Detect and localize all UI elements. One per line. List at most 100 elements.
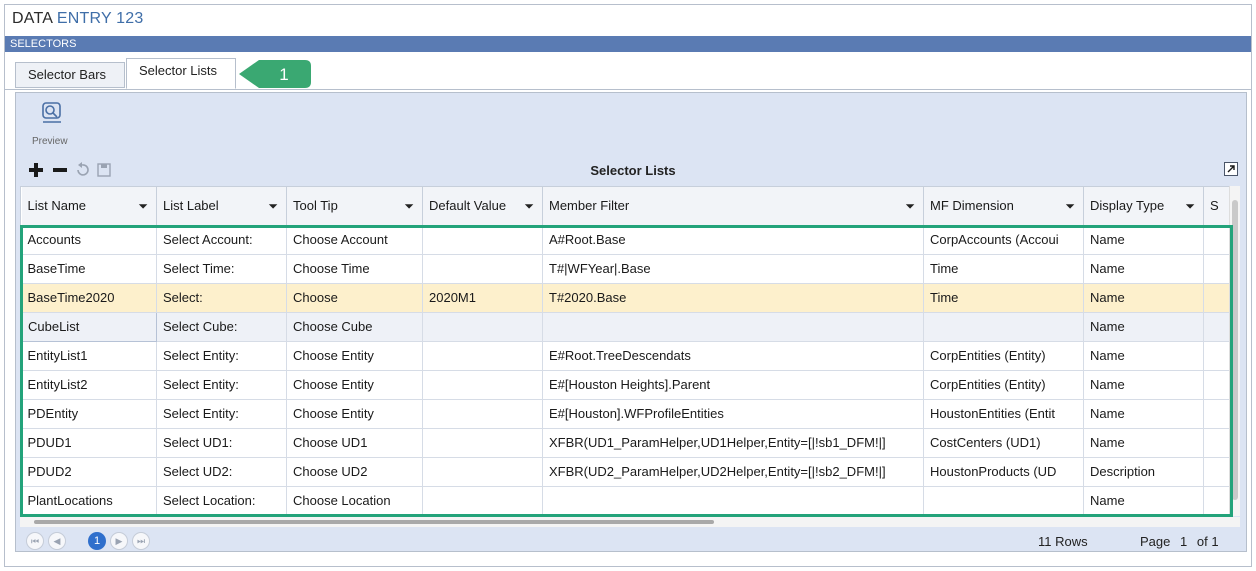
table-cell[interactable]: HoustonEntities (Entit (923, 399, 1084, 429)
table-cell[interactable]: BaseTime (21, 254, 157, 284)
page-number[interactable]: 1 (1180, 534, 1187, 549)
prev-page-button[interactable]: ◀ (48, 532, 66, 550)
table-cell[interactable]: T#2020.Base (542, 283, 924, 313)
filter-icon[interactable]: ⏷ (905, 199, 915, 214)
table-cell[interactable]: Select UD1: (156, 428, 287, 458)
table-cell[interactable]: 2020M1 (422, 283, 543, 313)
filter-icon[interactable]: ⏷ (138, 199, 148, 214)
table-cell[interactable] (1203, 370, 1231, 400)
table-cell[interactable]: E#[Houston Heights].Parent (542, 370, 924, 400)
table-cell[interactable]: Select Entity: (156, 399, 287, 429)
table-cell[interactable] (923, 312, 1084, 342)
filter-icon[interactable]: ⏷ (1065, 199, 1075, 214)
horizontal-scrollbar[interactable] (20, 517, 1240, 527)
table-cell[interactable]: E#Root.TreeDescendats (542, 341, 924, 371)
table-cell[interactable]: Time (923, 254, 1084, 284)
table-row[interactable]: Accounts Select Account: Choose Account A#R… (21, 225, 1231, 255)
table-cell[interactable]: PlantLocations (21, 486, 157, 515)
table-row[interactable]: PlantLocations Select Location: Choose Loc… (21, 486, 1231, 515)
table-cell[interactable] (422, 254, 543, 284)
table-cell[interactable]: Time (923, 283, 1084, 313)
table-cell[interactable]: Select: (156, 283, 287, 313)
table-cell[interactable]: Select Location: (156, 486, 287, 515)
column-header[interactable]: Member Filter ⏷ (542, 187, 924, 226)
table-cell[interactable]: XFBR(UD2_ParamHelper,UD2Helper,Entity=[|… (542, 457, 924, 487)
table-cell[interactable] (1203, 254, 1231, 284)
table-cell[interactable]: Choose Entity (286, 399, 423, 429)
table-cell[interactable] (422, 312, 543, 342)
last-page-button[interactable]: ⏭ (132, 532, 150, 550)
table-cell[interactable] (1203, 225, 1231, 255)
table-cell[interactable] (422, 457, 543, 487)
table-cell[interactable]: HoustonProducts (UD (923, 457, 1084, 487)
table-cell[interactable] (542, 486, 924, 515)
table-cell[interactable] (422, 341, 543, 371)
table-cell[interactable]: Choose Entity (286, 370, 423, 400)
table-cell[interactable]: CorpEntities (Entity) (923, 341, 1084, 371)
table-row[interactable]: BaseTime Select Time: Choose Time T#|WFYear… (21, 254, 1231, 284)
table-row[interactable]: EntityList2 Select Entity: Choose Entity E#… (21, 370, 1231, 400)
table-cell[interactable]: Name (1083, 428, 1204, 458)
table-row[interactable]: PDUD2 Select UD2: Choose UD2 XFBR(UD2_Param… (21, 457, 1231, 487)
table-cell[interactable] (1203, 457, 1231, 487)
table-cell[interactable] (923, 486, 1084, 515)
column-header[interactable]: MF Dimension ⏷ (923, 187, 1084, 226)
table-cell[interactable]: Select Entity: (156, 370, 287, 400)
table-cell[interactable] (1203, 341, 1231, 371)
first-page-button[interactable]: ⏮ (26, 532, 44, 550)
expand-icon[interactable] (1224, 162, 1238, 176)
filter-icon[interactable]: ⏷ (524, 199, 534, 214)
table-row[interactable]: EntityList1 Select Entity: Choose Entity E#… (21, 341, 1231, 371)
table-cell[interactable]: Description (1083, 457, 1204, 487)
table-cell[interactable]: PDEntity (21, 399, 157, 429)
table-cell[interactable]: CorpAccounts (Accoui (923, 225, 1084, 255)
table-cell[interactable] (422, 399, 543, 429)
table-cell[interactable]: Select Time: (156, 254, 287, 284)
table-cell[interactable]: A#Root.Base (542, 225, 924, 255)
table-cell[interactable]: Name (1083, 283, 1204, 313)
table-cell[interactable] (1203, 486, 1231, 515)
table-cell[interactable] (422, 486, 543, 515)
tab-selector-lists[interactable]: Selector Lists (126, 58, 236, 89)
filter-icon[interactable]: ⏷ (404, 199, 414, 214)
next-page-button[interactable]: ▶ (110, 532, 128, 550)
table-cell[interactable] (422, 370, 543, 400)
table-cell[interactable] (1203, 399, 1231, 429)
table-cell[interactable]: Name (1083, 341, 1204, 371)
column-header[interactable]: Default Value ⏷ (422, 187, 543, 226)
column-header[interactable]: List Label ⏷ (156, 187, 287, 226)
column-header[interactable]: List Name ⏷ (21, 187, 157, 226)
column-header[interactable]: Tool Tip ⏷ (286, 187, 423, 226)
table-cell[interactable]: Name (1083, 370, 1204, 400)
table-cell[interactable]: BaseTime2020 (21, 283, 157, 313)
preview-button[interactable]: Preview (28, 100, 78, 148)
filter-icon[interactable]: ⏷ (1185, 199, 1195, 214)
column-header[interactable]: Display Type ⏷ (1083, 187, 1204, 226)
table-cell[interactable] (1203, 283, 1231, 313)
table-cell[interactable]: Choose UD2 (286, 457, 423, 487)
table-cell[interactable]: Name (1083, 225, 1204, 255)
vertical-scroll-thumb[interactable] (1232, 200, 1238, 500)
table-cell[interactable]: CostCenters (UD1) (923, 428, 1084, 458)
table-cell[interactable]: PDUD2 (21, 457, 157, 487)
table-cell[interactable]: Choose Location (286, 486, 423, 515)
table-row[interactable]: PDUD1 Select UD1: Choose UD1 XFBR(UD1_Param… (21, 428, 1231, 458)
table-cell[interactable]: Choose (286, 283, 423, 313)
horizontal-scroll-thumb[interactable] (34, 520, 714, 524)
table-cell[interactable]: Accounts (21, 225, 157, 255)
table-cell[interactable] (422, 428, 543, 458)
table-cell[interactable]: Select UD2: (156, 457, 287, 487)
table-cell[interactable]: CorpEntities (Entity) (923, 370, 1084, 400)
table-cell[interactable] (542, 312, 924, 342)
filter-icon[interactable]: ⏷ (268, 199, 278, 214)
table-cell[interactable]: Name (1083, 399, 1204, 429)
table-cell[interactable]: T#|WFYear|.Base (542, 254, 924, 284)
table-cell[interactable]: Choose UD1 (286, 428, 423, 458)
table-cell[interactable]: Choose Entity (286, 341, 423, 371)
table-cell[interactable]: Select Account: (156, 225, 287, 255)
table-cell[interactable] (422, 225, 543, 255)
table-cell[interactable]: EntityList2 (21, 370, 157, 400)
table-row[interactable]: BaseTime2020 Select: Choose 2020M1 T#2020.Ba… (21, 283, 1231, 313)
table-cell[interactable]: Choose Cube (286, 312, 423, 342)
table-cell[interactable]: Name (1083, 312, 1204, 342)
